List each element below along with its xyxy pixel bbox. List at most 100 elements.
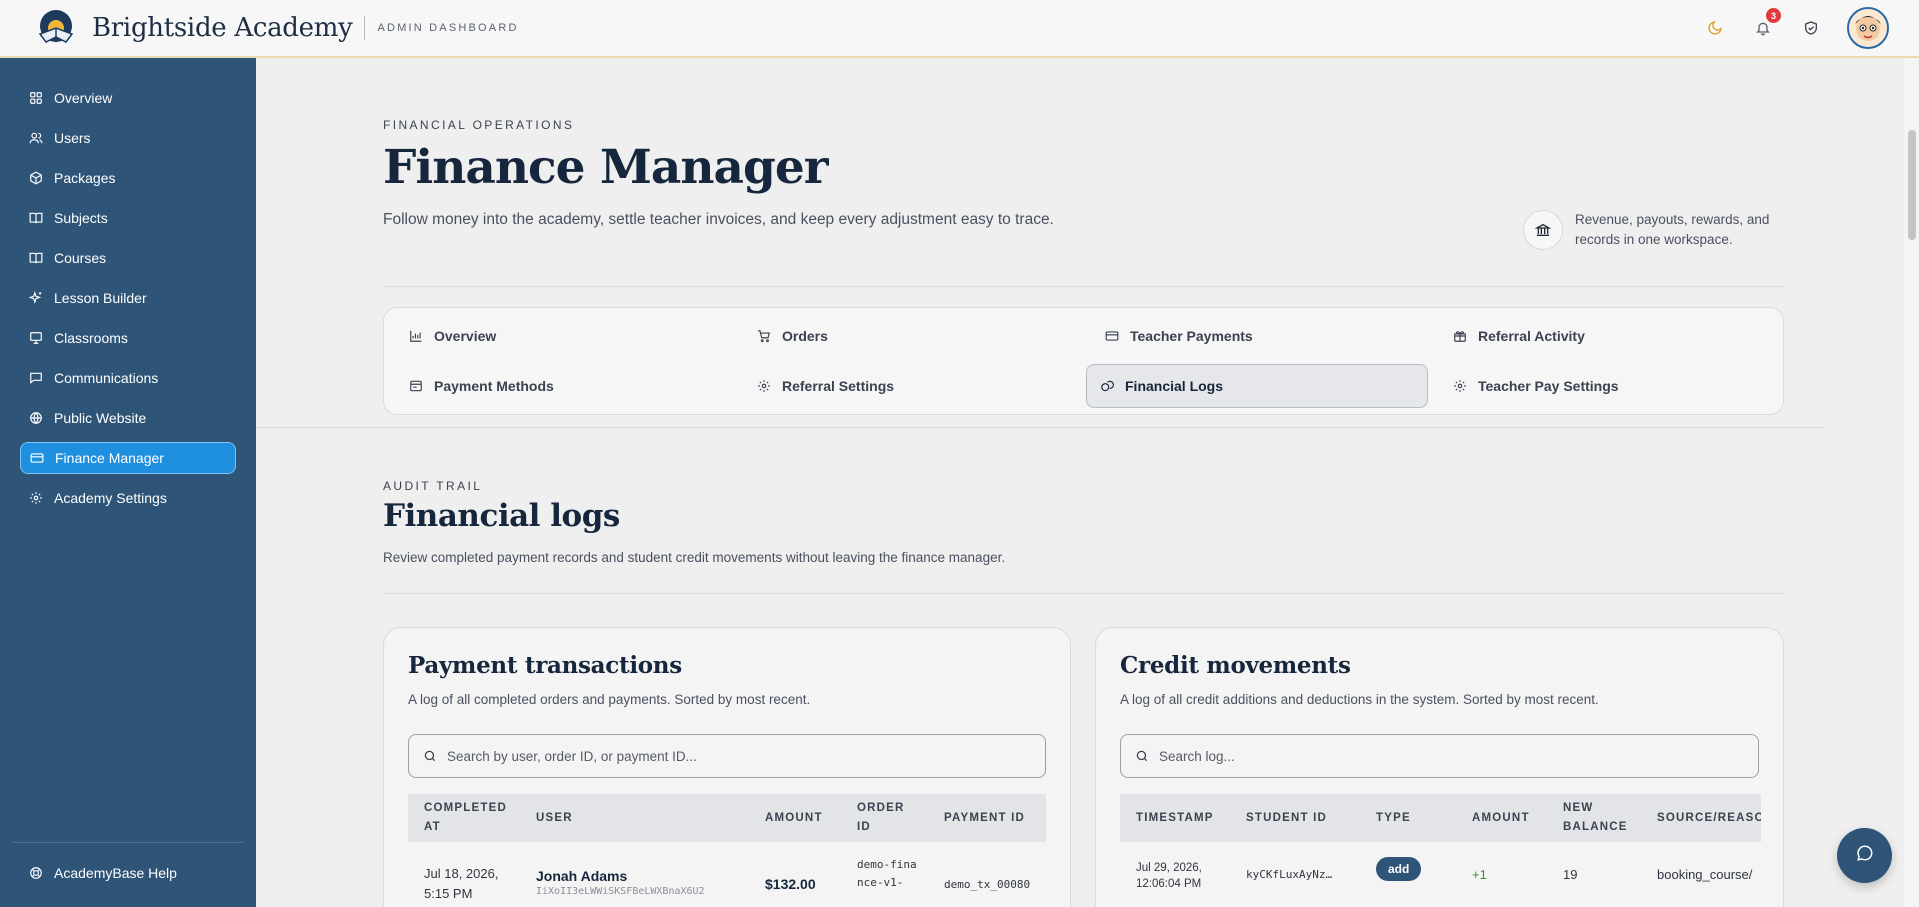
tab-overview[interactable]: Overview — [390, 314, 732, 358]
sidebar-item-label: Academy Settings — [54, 490, 167, 506]
academy-logo-icon — [36, 8, 76, 48]
tab-referral-settings[interactable]: Referral Settings — [738, 364, 1080, 408]
avatar[interactable] — [1847, 7, 1889, 49]
sidebar-item-packages[interactable]: Packages — [20, 162, 236, 194]
payment-search-input[interactable] — [447, 748, 1020, 764]
brand-subtitle: ADMIN DASHBOARD — [377, 22, 519, 34]
column-header[interactable]: COMPLETED AT — [424, 794, 514, 842]
card-description: A log of all credit additions and deduct… — [1120, 692, 1599, 707]
brand-name: Brightside Academy — [92, 13, 353, 43]
scrollbar[interactable] — [1904, 58, 1919, 907]
column-header[interactable]: STUDENT ID — [1246, 794, 1327, 842]
student-id: kyCKfLuxAyNz… — [1246, 868, 1333, 881]
tab-orders[interactable]: Orders — [738, 314, 1080, 358]
sidebar-item-label: Communications — [54, 370, 159, 386]
column-header[interactable]: AMOUNT — [1472, 794, 1530, 842]
column-header[interactable]: ORDER ID — [857, 794, 907, 842]
sidebar-item-label: Finance Manager — [55, 450, 164, 466]
source-reason: booking_course/ — [1657, 867, 1753, 882]
tab-label: Referral Activity — [1478, 328, 1585, 344]
main-content: FINANCIAL OPERATIONS Finance Manager Fol… — [256, 58, 1904, 907]
chat-button[interactable] — [1837, 828, 1892, 883]
book-icon — [28, 210, 44, 226]
bar-chart-icon — [408, 328, 424, 344]
tab-label: Payment Methods — [434, 378, 554, 394]
sidebar-item-label: Classrooms — [54, 330, 128, 346]
column-header[interactable]: NEW BALANCE — [1563, 794, 1633, 842]
page-eyebrow: FINANCIAL OPERATIONS — [383, 118, 575, 132]
sidebar-item-public-website[interactable]: Public Website — [20, 402, 236, 434]
card-title: Payment transactions — [408, 652, 682, 679]
sidebar-nav: Overview Users Packages Subjects Courses… — [0, 82, 256, 514]
credit-card-icon — [29, 450, 45, 466]
table-row[interactable]: Jul 29, 2026, 12:06:04 PM kyCKfLuxAyNz… … — [1120, 842, 1761, 907]
moon-icon[interactable] — [1703, 16, 1727, 40]
payment-search — [408, 734, 1046, 778]
divider — [383, 286, 1784, 287]
credit-search-input[interactable] — [1159, 748, 1733, 764]
tab-label: Financial Logs — [1125, 378, 1224, 394]
user-name: Jonah Adams — [536, 868, 628, 884]
payment-id: demo_tx_00080 — [944, 878, 1031, 891]
brand[interactable]: Brightside Academy ADMIN DASHBOARD — [36, 8, 519, 48]
gear-icon — [28, 490, 44, 506]
notification-badge: 3 — [1766, 8, 1781, 23]
tab-label: Referral Settings — [782, 378, 895, 394]
coins-icon — [1099, 378, 1115, 394]
sidebar-item-subjects[interactable]: Subjects — [20, 202, 236, 234]
gear-icon — [1452, 378, 1468, 394]
new-balance: 19 — [1563, 867, 1578, 882]
gear-icon — [756, 378, 772, 394]
brand-divider — [364, 16, 366, 40]
credit-amount: +1 — [1472, 867, 1487, 882]
search-icon — [423, 749, 437, 763]
info-chip: Revenue, payouts, rewards, and records i… — [1523, 210, 1775, 250]
tab-label: Overview — [434, 328, 497, 344]
sidebar-item-label: Packages — [54, 170, 116, 186]
sidebar-item-communications[interactable]: Communications — [20, 362, 236, 394]
column-header[interactable]: AMOUNT — [765, 794, 823, 842]
tab-teacher-payments[interactable]: Teacher Payments — [1086, 314, 1428, 358]
column-header[interactable]: USER — [536, 794, 573, 842]
card-description: A log of all completed orders and paymen… — [408, 692, 811, 707]
sidebar-item-label: Courses — [54, 250, 107, 266]
finance-tabs: Overview Orders Teacher Payments Referra… — [383, 307, 1784, 415]
sidebar-item-overview[interactable]: Overview — [20, 82, 236, 114]
section-eyebrow: AUDIT TRAIL — [383, 479, 483, 493]
message-icon — [28, 370, 44, 386]
tab-teacher-pay-settings[interactable]: Teacher Pay Settings — [1434, 364, 1776, 408]
bell-icon[interactable]: 3 — [1751, 8, 1781, 40]
timestamp: Jul 29, 2026, 12:06:04 PM — [1136, 862, 1202, 890]
order-id: demo-finance-v1- — [857, 858, 917, 889]
amount: $132.00 — [765, 876, 816, 892]
tab-financial-logs[interactable]: Financial Logs — [1086, 364, 1428, 408]
sidebar-item-academy-settings[interactable]: Academy Settings — [20, 482, 236, 514]
divider — [256, 427, 1824, 428]
column-header[interactable]: SOURCE/REASON — [1657, 794, 1761, 842]
help-link[interactable]: AcademyBase Help — [20, 857, 236, 889]
column-header[interactable]: TYPE — [1376, 794, 1411, 842]
credit-movements-card: Credit movements A log of all credit add… — [1095, 627, 1784, 907]
help-icon — [28, 865, 44, 881]
shield-icon[interactable] — [1799, 16, 1823, 40]
sidebar-item-users[interactable]: Users — [20, 122, 236, 154]
sidebar-item-label: Overview — [54, 90, 113, 106]
section-description: Review completed payment records and stu… — [383, 550, 1006, 565]
tab-referral-activity[interactable]: Referral Activity — [1434, 314, 1776, 358]
sidebar-item-label: Users — [54, 130, 91, 146]
column-header[interactable]: PAYMENT ID — [944, 794, 1025, 842]
sidebar-item-classrooms[interactable]: Classrooms — [20, 322, 236, 354]
sidebar-item-lesson-builder[interactable]: Lesson Builder — [20, 282, 236, 314]
scroll-thumb[interactable] — [1908, 130, 1916, 240]
tab-payment-methods[interactable]: Payment Methods — [390, 364, 732, 408]
chat-bubble-icon — [1856, 844, 1874, 867]
help-label: AcademyBase Help — [54, 865, 177, 881]
top-bar: Brightside Academy ADMIN DASHBOARD 3 — [0, 0, 1919, 58]
sidebar-item-finance-manager[interactable]: Finance Manager — [20, 442, 236, 474]
column-header[interactable]: TIMESTAMP — [1136, 794, 1214, 842]
card-icon — [1104, 328, 1120, 344]
sidebar-item-courses[interactable]: Courses — [20, 242, 236, 274]
tab-label: Teacher Payments — [1130, 328, 1253, 344]
tab-label: Teacher Pay Settings — [1478, 378, 1619, 394]
table-row[interactable]: Jul 18, 2026, 5:15 PM Jonah Adams IiXoII… — [408, 842, 1046, 907]
